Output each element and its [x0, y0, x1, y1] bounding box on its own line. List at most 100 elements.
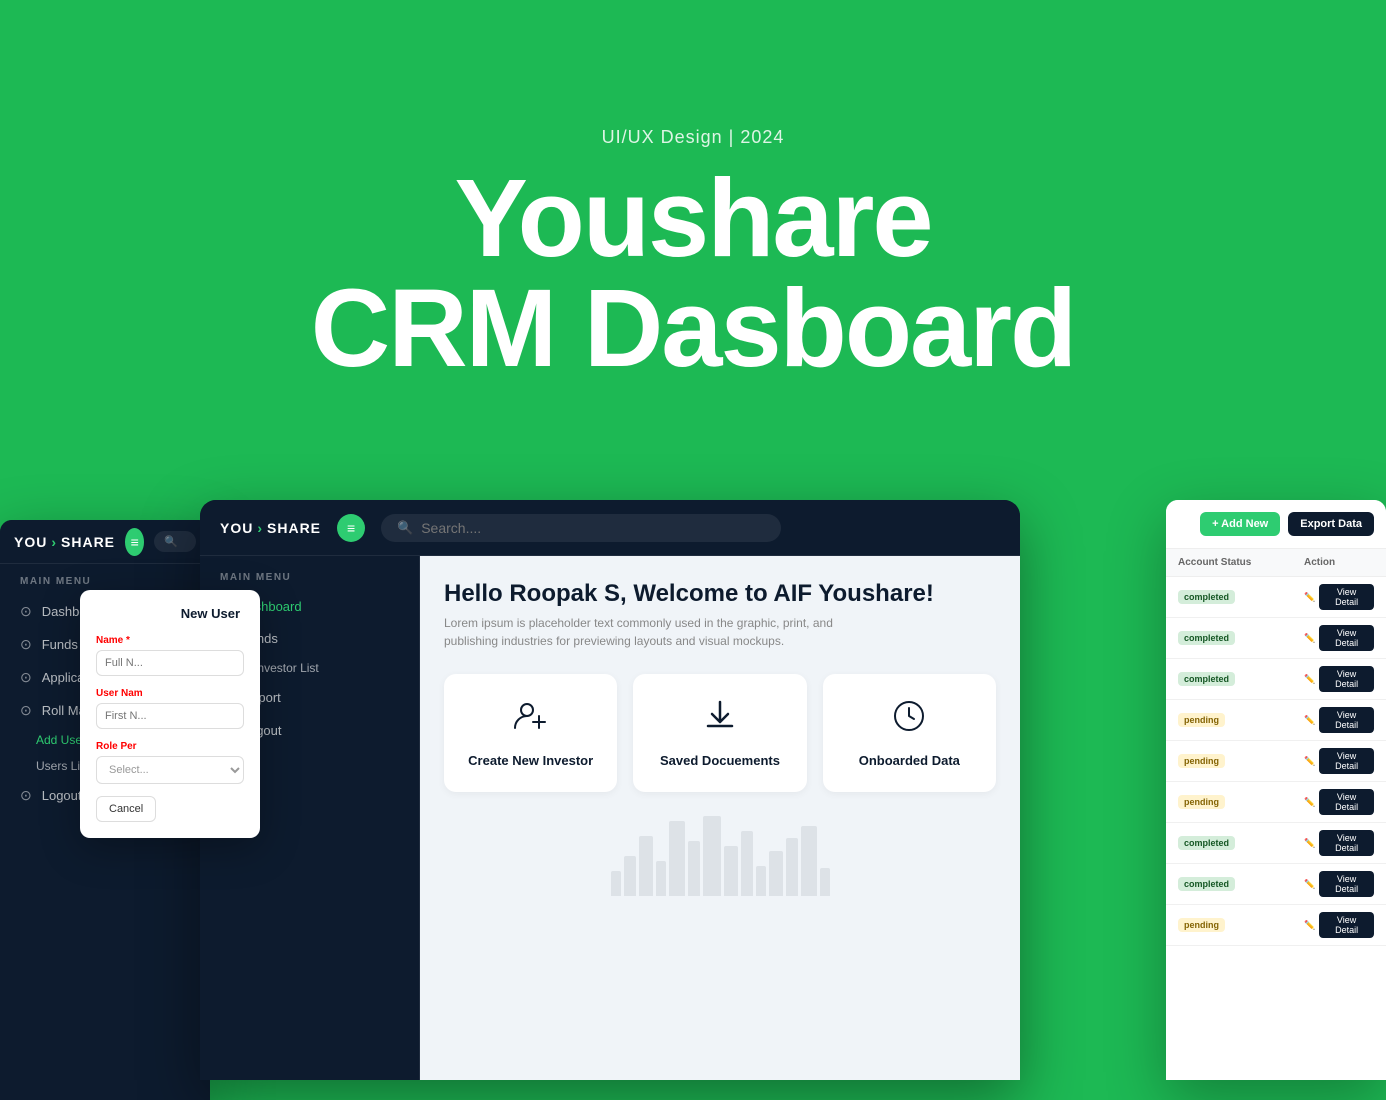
- status-badge: pending: [1178, 920, 1300, 931]
- table-row: pending ✏️ View Detail: [1166, 905, 1386, 946]
- edit-icon: ✏️: [1304, 797, 1315, 808]
- table-row: completed ✏️ View Detail: [1166, 823, 1386, 864]
- main-dashboard-window: YOU›SHARE 🔍 MAIN MENU Dashboard ⊙ Funds: [200, 500, 1020, 1080]
- sidebar-label-logout: Logout: [42, 788, 82, 803]
- table-row: completed ✏️ View Detail: [1166, 659, 1386, 700]
- form-title: New User: [96, 606, 244, 621]
- onboarded-data-label: Onboarded Data: [859, 753, 960, 768]
- view-detail-button[interactable]: View Detail: [1319, 789, 1374, 815]
- left-section-label: MAIN MENU: [0, 576, 210, 587]
- action-cards: Create New Investor Saved Docuements: [444, 674, 996, 792]
- left-topbar: YOU›SHARE 🔍: [0, 520, 210, 564]
- investor-list-label: Investor List: [254, 661, 319, 675]
- table-header: Account Status Action: [1166, 549, 1386, 577]
- action-cell: ✏️ View Detail: [1304, 912, 1374, 938]
- account-status-badge: completed: [1178, 631, 1235, 645]
- create-investor-card[interactable]: Create New Investor: [444, 674, 617, 792]
- main-menu-toggle[interactable]: [337, 514, 365, 542]
- view-detail-button[interactable]: View Detail: [1319, 707, 1374, 733]
- export-data-button[interactable]: Export Data: [1288, 512, 1374, 536]
- action-cell: ✏️ View Detail: [1304, 830, 1374, 856]
- username-input[interactable]: [96, 703, 244, 729]
- funds-icon: ⊙: [20, 636, 32, 653]
- account-status-badge: completed: [1178, 590, 1235, 604]
- add-new-button[interactable]: + Add New: [1200, 512, 1280, 536]
- left-logo: YOU›SHARE: [14, 534, 115, 550]
- table-row: pending ✏️ View Detail: [1166, 741, 1386, 782]
- city-skyline: [0, 1020, 210, 1100]
- left-search-bar[interactable]: 🔍: [154, 531, 196, 552]
- welcome-heading: Hello Roopak S, Welcome to AIF Youshare!: [444, 580, 996, 608]
- saved-docs-card[interactable]: Saved Docuements: [633, 674, 806, 792]
- name-input[interactable]: [96, 650, 244, 676]
- account-status-badge: pending: [1178, 713, 1225, 727]
- edit-icon: ✏️: [1304, 756, 1315, 767]
- status-badge: completed: [1178, 592, 1300, 603]
- action-cell: ✏️ View Detail: [1304, 707, 1374, 733]
- main-content: MAIN MENU Dashboard ⊙ Funds ⊙ Investor L…: [200, 556, 1020, 1080]
- view-detail-button[interactable]: View Detail: [1319, 830, 1374, 856]
- account-status-badge: pending: [1178, 795, 1225, 809]
- view-detail-button[interactable]: View Detail: [1319, 912, 1374, 938]
- edit-icon: ✏️: [1304, 592, 1315, 603]
- username-label: User Nam: [96, 688, 244, 699]
- table-row: pending ✏️ View Detail: [1166, 700, 1386, 741]
- main-logo: YOU›SHARE: [220, 520, 321, 536]
- status-badge: completed: [1178, 633, 1300, 644]
- account-status-badge: pending: [1178, 754, 1225, 768]
- view-detail-button[interactable]: View Detail: [1319, 584, 1374, 610]
- role-select[interactable]: Select...: [96, 756, 244, 784]
- action-cell: ✏️ View Detail: [1304, 871, 1374, 897]
- form-field-role: Role Per Select...: [96, 741, 244, 784]
- applications-icon: ⊙: [20, 669, 32, 686]
- onboarded-data-card[interactable]: Onboarded Data: [823, 674, 996, 792]
- status-badge: completed: [1178, 674, 1300, 685]
- table-rows-container: completed ✏️ View Detail completed ✏️ Vi…: [1166, 577, 1386, 946]
- main-search-input[interactable]: [421, 520, 765, 536]
- main-search-bar[interactable]: 🔍: [381, 514, 781, 542]
- roll-man-icon: ⊙: [20, 702, 32, 719]
- view-detail-button[interactable]: View Detail: [1319, 748, 1374, 774]
- col-account-status: Account Status: [1178, 557, 1296, 568]
- edit-icon: ✏️: [1304, 633, 1315, 644]
- status-badge: completed: [1178, 879, 1300, 890]
- edit-icon: ✏️: [1304, 674, 1315, 685]
- create-investor-label: Create New Investor: [468, 753, 593, 768]
- table-row: completed ✏️ View Detail: [1166, 864, 1386, 905]
- table-row: pending ✏️ View Detail: [1166, 782, 1386, 823]
- edit-icon: ✏️: [1304, 879, 1315, 890]
- form-actions: Cancel: [96, 796, 244, 822]
- sidebar-label-funds: Funds: [42, 637, 78, 652]
- view-detail-button[interactable]: View Detail: [1319, 625, 1374, 651]
- main-section-label: MAIN MENU: [200, 572, 419, 583]
- table-row: completed ✏️ View Detail: [1166, 618, 1386, 659]
- cancel-button[interactable]: Cancel: [96, 796, 156, 822]
- right-panel-header: + Add New Export Data: [1166, 500, 1386, 549]
- saved-docs-label: Saved Docuements: [660, 753, 780, 768]
- new-user-form: New User Name * User Nam Role Per Select…: [80, 590, 260, 838]
- account-status-badge: completed: [1178, 877, 1235, 891]
- name-label: Name *: [96, 635, 244, 646]
- status-badge: pending: [1178, 715, 1300, 726]
- welcome-sub: Lorem ipsum is placeholder text commonly…: [444, 614, 844, 650]
- table-row: completed ✏️ View Detail: [1166, 577, 1386, 618]
- hero-section: UI/UX Design | 2024 Youshare CRM Dasboar…: [0, 0, 1386, 510]
- status-badge: completed: [1178, 838, 1300, 849]
- hero-subtitle: UI/UX Design | 2024: [602, 127, 785, 148]
- hero-title: Youshare CRM Dasboard: [311, 164, 1075, 384]
- left-menu-toggle[interactable]: [125, 528, 144, 556]
- action-cell: ✏️ View Detail: [1304, 748, 1374, 774]
- edit-icon: ✏️: [1304, 715, 1315, 726]
- col-action: Action: [1304, 557, 1374, 568]
- view-detail-button[interactable]: View Detail: [1319, 666, 1374, 692]
- account-status-badge: pending: [1178, 918, 1225, 932]
- status-badge: pending: [1178, 797, 1300, 808]
- logout-icon: ⊙: [20, 787, 32, 804]
- form-field-name: Name *: [96, 635, 244, 676]
- dashboard-icon: ⊙: [20, 603, 32, 620]
- dashboard-area: YOU›SHARE 🔍 MAIN MENU ⊙ Dashboard ⊙ Fund…: [0, 490, 1386, 1084]
- status-badge: pending: [1178, 756, 1300, 767]
- view-detail-button[interactable]: View Detail: [1319, 871, 1374, 897]
- saved-docs-icon: [702, 698, 738, 741]
- action-cell: ✏️ View Detail: [1304, 625, 1374, 651]
